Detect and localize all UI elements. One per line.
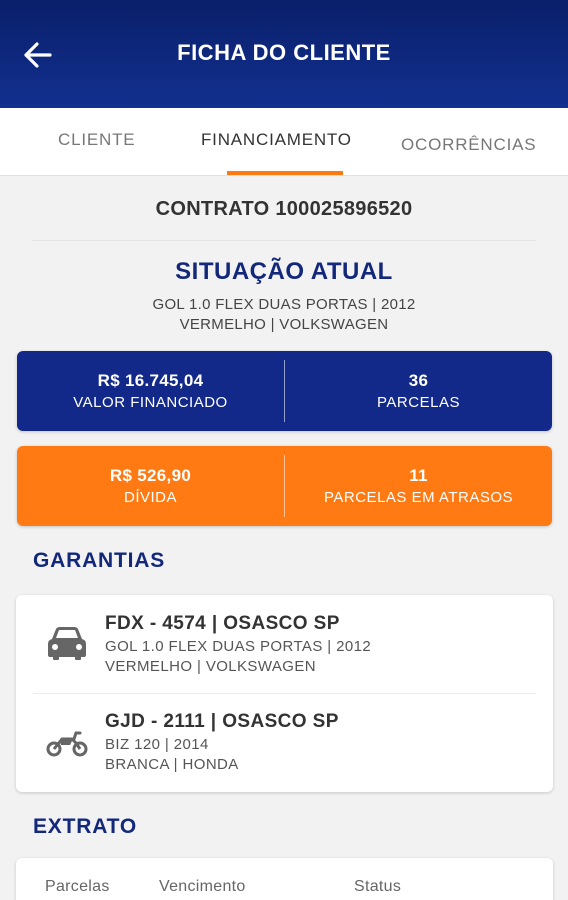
financed-value-block: R$ 16.745,04 VALOR FINANCIADO [17,351,284,431]
situation-title: SITUAÇÃO ATUAL [175,258,393,285]
installments-count: 36 [408,371,429,390]
tab-bar: CLIENTE FINANCIAMENTO OCORRÊNCIAS [0,108,568,176]
extrato-title: EXTRATO [33,815,137,838]
garantias-title: GARANTIAS [33,549,166,572]
tab-ocorrencias[interactable]: OCORRÊNCIAS [401,135,536,155]
installments-block: 36 PARCELAS [285,351,552,431]
financed-value-label: VALOR FINANCIADO [73,394,228,411]
tab-cliente[interactable]: CLIENTE [58,130,135,150]
active-tab-indicator [227,171,343,175]
garantias-panel: FDX - 4574 | OSASCO SP GOL 1.0 FLEX DUAS… [16,595,553,792]
extrato-panel: Parcelas Vencimento Status [16,858,553,900]
guarantee-plate: GJD - 2111 | OSASCO SP [105,711,339,732]
vehicle-model: GOL 1.0 FLEX DUAS PORTAS | 2012 [152,296,416,313]
debt-block: R$ 526,90 DÍVIDA [17,446,284,526]
guarantee-color-brand: VERMELHO | VOLKSWAGEN [105,658,316,675]
late-installments-block: 11 PARCELAS EM ATRASOS [285,446,552,526]
guarantee-item-motorcycle[interactable]: GJD - 2111 | OSASCO SP BIZ 120 | 2014 BR… [16,693,553,791]
guarantee-item-car[interactable]: FDX - 4574 | OSASCO SP GOL 1.0 FLEX DUAS… [16,595,553,693]
motorcycle-icon [46,731,88,757]
column-header-vencimento: Vencimento [159,878,246,895]
divider [32,240,536,241]
debt-label: DÍVIDA [123,489,177,506]
car-icon [48,627,86,660]
page-title: FICHA DO CLIENTE [177,40,391,65]
vehicle-color-brand: VERMELHO | VOLKSWAGEN [179,316,389,333]
column-header-status: Status [354,878,402,895]
financing-summary-card: R$ 16.745,04 VALOR FINANCIADO 36 PARCELA… [17,351,552,431]
contract-number: CONTRATO 100025896520 [155,198,413,220]
debt-summary-card: R$ 526,90 DÍVIDA 11 PARCELAS EM ATRASOS [17,446,552,526]
column-header-parcelas: Parcelas [45,878,110,895]
tab-financiamento[interactable]: FINANCIAMENTO [201,130,352,150]
late-installments-label: PARCELAS EM ATRASOS [324,489,513,506]
guarantee-plate: FDX - 4574 | OSASCO SP [105,613,340,634]
guarantee-model: GOL 1.0 FLEX DUAS PORTAS | 2012 [105,638,372,655]
late-installments-count: 11 [409,466,428,485]
guarantee-color-brand: BRANCA | HONDA [105,756,239,773]
guarantee-model: BIZ 120 | 2014 [105,736,209,753]
debt-value: R$ 526,90 [109,466,192,485]
installments-label: PARCELAS [377,394,460,411]
financed-value: R$ 16.745,04 [97,371,204,390]
app-header: FICHA DO CLIENTE [0,0,568,108]
